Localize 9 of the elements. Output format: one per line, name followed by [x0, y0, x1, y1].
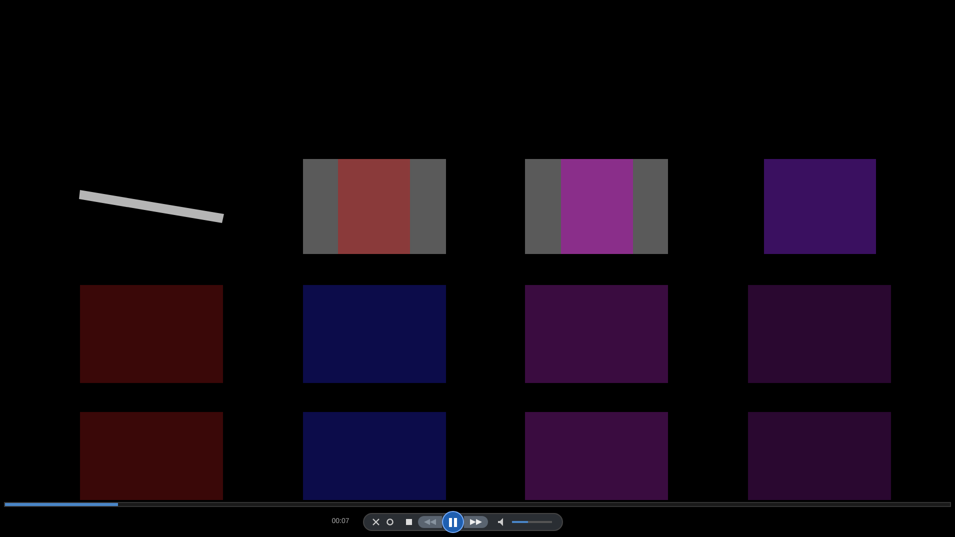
repeat-icon[interactable] [386, 518, 394, 526]
next-icon [470, 519, 482, 525]
pause-button[interactable] [442, 511, 464, 533]
previous-button[interactable] [418, 516, 442, 528]
seek-bar[interactable] [4, 502, 951, 507]
pause-icon [449, 518, 458, 526]
previous-icon [424, 519, 436, 525]
stop-icon[interactable] [406, 519, 412, 525]
next-button[interactable] [464, 516, 488, 528]
